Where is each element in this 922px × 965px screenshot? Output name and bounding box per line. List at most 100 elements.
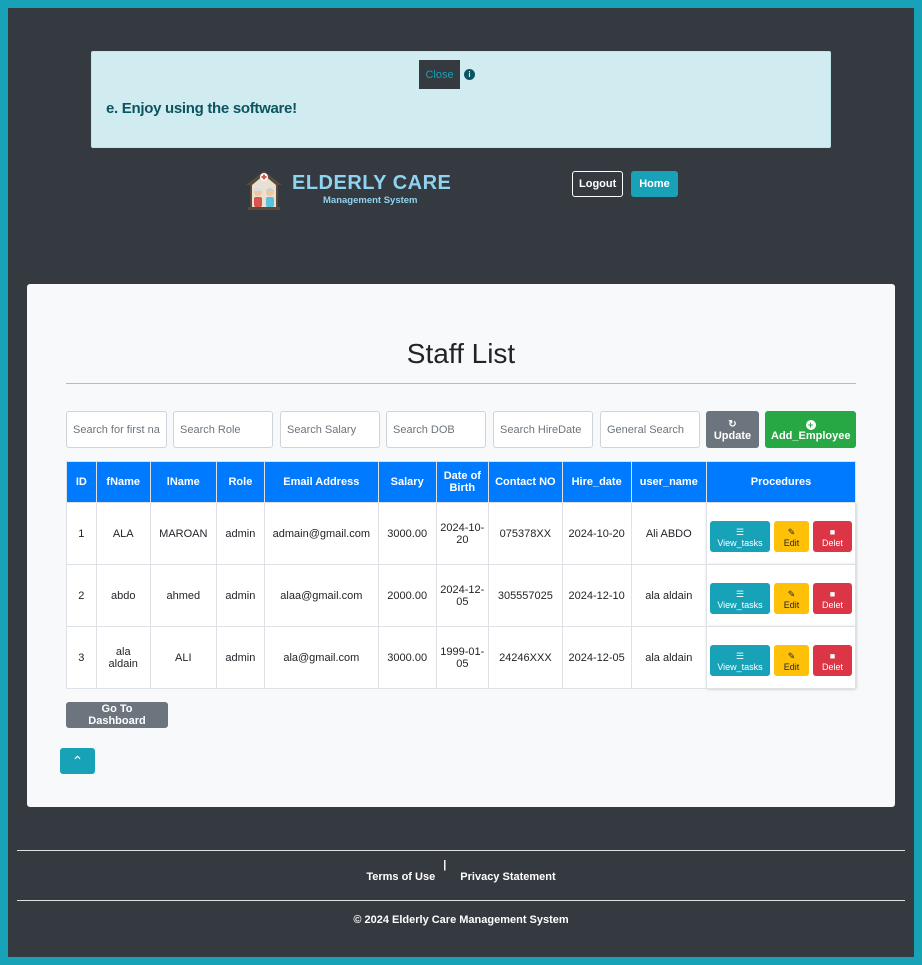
cell-hire-date: 2024-12-05	[561, 626, 632, 689]
scroll-top-button[interactable]: ⌃	[60, 748, 95, 774]
edit-button[interactable]: ✎ Edit	[774, 521, 809, 552]
cell-procedures: ☰ View_tasks ✎ Edit ■ Delet	[706, 626, 856, 689]
view-tasks-label: View_tasks	[717, 600, 763, 610]
add-employee-label: Add_Employee	[771, 429, 851, 442]
list-check-icon: ☰	[735, 589, 745, 599]
delete-label: Delet	[821, 538, 843, 548]
cell-email: alaa@gmail.com	[263, 564, 379, 627]
update-label: Update	[713, 430, 752, 442]
alert-message: e. Enjoy using the software!	[106, 100, 297, 117]
column-header: Date of Birth	[435, 461, 489, 503]
add-employee-button[interactable]: + Add_Employee	[765, 411, 856, 448]
view-tasks-label: View_tasks	[717, 662, 763, 672]
cell-role: admin	[215, 626, 265, 689]
delete-label: Delet	[821, 600, 843, 610]
cell-salary: 3000.00	[377, 502, 437, 565]
view-tasks-button[interactable]: ☰ View_tasks	[710, 583, 770, 614]
edit-icon: ✎	[787, 651, 796, 661]
privacy-statement-link[interactable]: Privacy Statement	[460, 871, 555, 883]
delete-button[interactable]: ■ Delet	[813, 583, 852, 614]
cell-fname: abdo	[95, 564, 151, 627]
cell-salary: 2000.00	[377, 564, 437, 627]
cell-role: admin	[215, 564, 265, 627]
column-header: Email Address	[263, 461, 379, 503]
terms-of-use-link[interactable]: Terms of Use	[366, 871, 435, 883]
general-search-input[interactable]	[600, 411, 700, 448]
cell-lname: ahmed	[149, 564, 217, 627]
column-header: fName	[95, 461, 151, 503]
footer-divider	[17, 900, 905, 901]
delete-label: Delet	[821, 662, 843, 672]
care-home-icon	[246, 171, 282, 210]
column-header: lName	[149, 461, 217, 503]
search-first-name-input[interactable]	[66, 411, 167, 448]
welcome-alert: Close i e. Enjoy using the software!	[91, 51, 831, 148]
logo[interactable]: ELDERLY CARE Management System	[244, 169, 454, 213]
column-header: Hire_date	[561, 461, 632, 503]
alert-close-button[interactable]: Close	[419, 60, 460, 89]
edit-button[interactable]: ✎ Edit	[774, 645, 809, 676]
cell-contact: 075378XX	[487, 502, 563, 565]
delete-button[interactable]: ■ Delet	[813, 645, 852, 676]
cell-id: 1	[66, 502, 97, 565]
cell-fname: ALA	[95, 502, 151, 565]
go-to-dashboard-button[interactable]: Go To Dashboard	[66, 702, 168, 728]
chevron-up-icon: ⌃	[71, 752, 84, 769]
cell-user-name: ala aldain	[630, 626, 708, 689]
search-role-input[interactable]	[173, 411, 273, 448]
column-header: Role	[215, 461, 265, 503]
edit-label: Edit	[783, 662, 800, 672]
staff-table: ID fName lName Role Email Address Salary…	[66, 461, 856, 689]
table-row: 1 ALA MAROAN admin admain@gmail.com 3000…	[66, 502, 856, 565]
view-tasks-button[interactable]: ☰ View_tasks	[710, 645, 770, 676]
cell-lname: MAROAN	[149, 502, 217, 565]
cell-procedures: ☰ View_tasks ✎ Edit ■ Delet	[706, 564, 856, 627]
column-header: ID	[66, 461, 97, 503]
footer-divider	[17, 850, 905, 851]
list-check-icon: ☰	[735, 527, 745, 537]
cell-email: admain@gmail.com	[263, 502, 379, 565]
refresh-icon: ↻	[728, 419, 737, 430]
column-header: Salary	[377, 461, 437, 503]
edit-button[interactable]: ✎ Edit	[774, 583, 809, 614]
home-button[interactable]: Home	[631, 171, 678, 197]
plus-circle-icon: +	[805, 419, 816, 430]
cell-id: 2	[66, 564, 97, 627]
cell-dob: 1999-01-05	[435, 626, 489, 689]
cell-id: 3	[66, 626, 97, 689]
cell-email: ala@gmail.com	[263, 626, 379, 689]
cell-hire-date: 2024-12-10	[561, 564, 632, 627]
footer-links: Terms of Use | Privacy Statement	[0, 859, 922, 883]
list-check-icon: ☰	[735, 651, 745, 661]
column-header: user_name	[630, 461, 708, 503]
search-hire-date-input[interactable]	[493, 411, 593, 448]
trash-icon: ■	[829, 589, 836, 599]
cell-salary: 3000.00	[377, 626, 437, 689]
cell-contact: 24246XXX	[487, 626, 563, 689]
view-tasks-button[interactable]: ☰ View_tasks	[710, 521, 770, 552]
table-header-row: ID fName lName Role Email Address Salary…	[66, 461, 856, 503]
table-row: 2 abdo ahmed admin alaa@gmail.com 2000.0…	[66, 564, 856, 627]
logout-button[interactable]: Logout	[572, 171, 623, 197]
edit-label: Edit	[783, 600, 800, 610]
cell-role: admin	[215, 502, 265, 565]
edit-icon: ✎	[787, 589, 796, 599]
column-header: Contact NO	[487, 461, 563, 503]
cell-user-name: ala aldain	[630, 564, 708, 627]
logo-title: ELDERLY CARE	[292, 172, 452, 194]
delete-button[interactable]: ■ Delet	[813, 521, 852, 552]
update-button[interactable]: ↻ Update	[706, 411, 759, 448]
edit-label: Edit	[783, 538, 800, 548]
copyright: © 2024 Elderly Care Management System	[353, 914, 569, 926]
page-title: Staff List	[406, 338, 516, 369]
column-header: Procedures	[706, 461, 856, 503]
divider	[66, 383, 856, 384]
search-dob-input[interactable]	[386, 411, 486, 448]
trash-icon: ■	[829, 527, 836, 537]
search-salary-input[interactable]	[280, 411, 380, 448]
cell-dob: 2024-12-05	[435, 564, 489, 627]
footer-separator: |	[443, 859, 447, 871]
table-row: 3 ala aldain ALI admin ala@gmail.com 300…	[66, 626, 856, 689]
edit-icon: ✎	[787, 527, 796, 537]
cell-user-name: Ali ABDO	[630, 502, 708, 565]
